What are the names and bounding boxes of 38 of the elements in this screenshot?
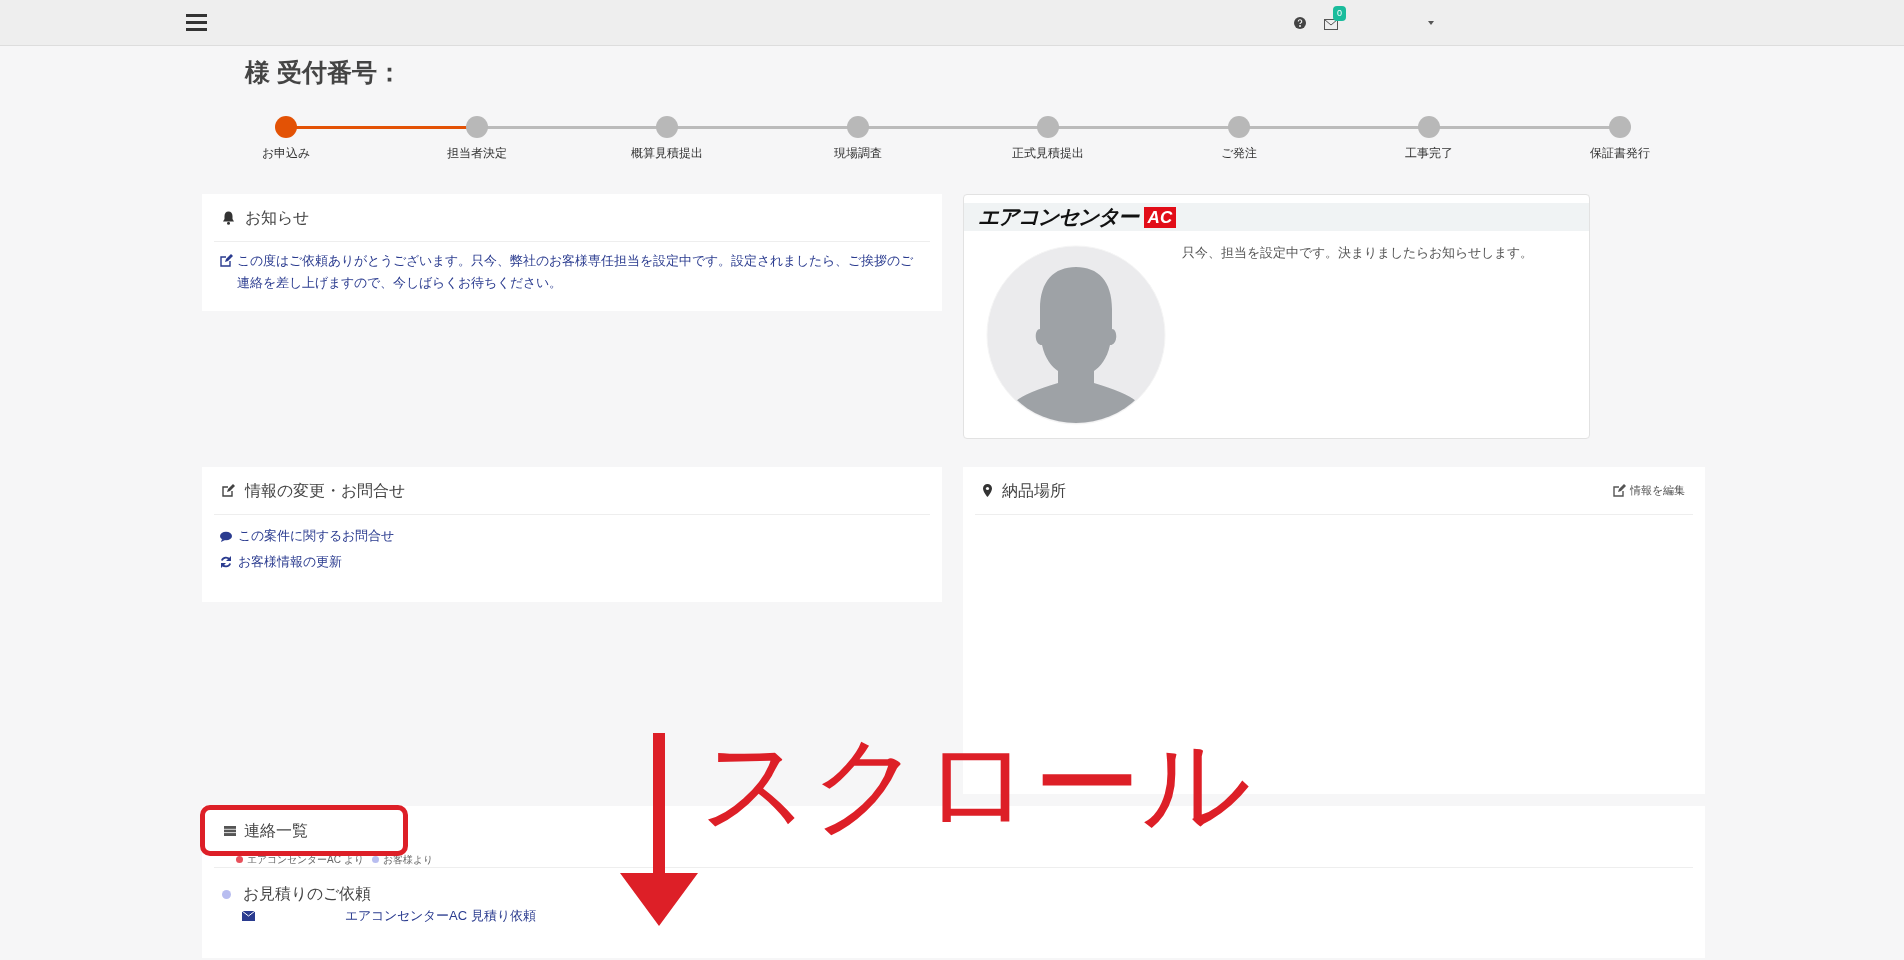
edit-icon [1613,484,1626,497]
chat-icon [220,530,232,542]
card-title: 納品場所 [1002,480,1066,501]
step-label: 正式見積提出 [1011,145,1086,162]
edit-info-link[interactable]: 情報を編集 [1613,482,1685,499]
message-subject[interactable]: エアコンセンターAC 見積り依頼 [345,906,536,926]
inquiry-link[interactable]: お客様情報の更新 [220,549,924,575]
mail-icon [242,911,255,921]
page-title: 様 受付番号： [245,58,402,86]
scroll-annotation: スクロール [700,730,1252,838]
staff-message: 只今、担当を設定中です。決まりましたらお知らせします。 [1182,244,1533,262]
inquiry-link[interactable]: この案件に関するお問合せ [220,523,924,549]
legend-label: お客様より [382,853,433,867]
edit-icon [222,484,235,497]
step-label: 保証書発行 [1589,145,1651,162]
notice-message: この度はご依頼ありがとうございます。只今、弊社のお客様専任担当を設定中です。設定されましたら、ご挨拶のご連絡を差し上げますので、今しばらくお待ちください。 [237,252,914,292]
logo-text: エアコンセンター [978,204,1138,231]
help-icon[interactable] [1294,16,1306,29]
logo-badge: AC [1143,206,1177,228]
step-label: 現場調査 [832,145,883,162]
step-label: 担当者決定 [445,145,508,162]
message-title: お見積りのご依頼 [243,884,371,904]
notification-badge: 0 [1333,5,1346,21]
bell-icon [222,210,235,225]
caret-icon[interactable] [1428,20,1434,25]
refresh-icon [220,556,232,568]
location-pin-icon [983,484,992,497]
step-label: 概算見積提出 [630,145,705,162]
menu-icon[interactable] [186,14,207,31]
edit-icon [220,254,233,267]
step-label: 工事完了 [1404,145,1455,162]
list-icon [224,826,236,836]
card-title: 連絡一覧 [244,821,308,841]
card-title: 情報の変更・お問合せ [245,480,405,501]
mail-icon[interactable] [1324,18,1338,30]
step-label: お申込み [261,145,311,162]
step-label: ご発注 [1219,145,1258,162]
card-title: お知らせ [245,207,309,228]
